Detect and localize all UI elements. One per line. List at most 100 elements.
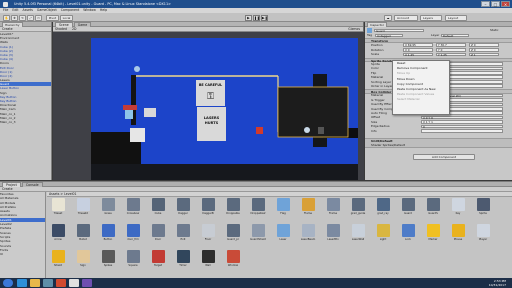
2d-toggle[interactable]: 2D [72,27,76,31]
asset-item[interactable]: Lock [398,224,418,248]
unity-taskbar-icon[interactable] [69,279,79,287]
asset-item[interactable]: Marker [423,224,443,248]
hand-tool-button[interactable]: ✋ [3,14,10,21]
rotation-z-field[interactable]: Z 0 [469,47,499,52]
asset-item[interactable]: GuardShield [248,224,268,248]
asset-item[interactable]: Frame [323,198,343,222]
asset-item[interactable]: Mouse [448,224,468,248]
asset-item[interactable]: Droppable2 [248,198,268,222]
asset-item[interactable]: Window [223,250,243,274]
chrome-taskbar-icon[interactable] [56,279,66,287]
asset-item[interactable]: Bullet [73,224,93,248]
asset-item[interactable]: Key [448,198,468,222]
position-y-field[interactable]: Y 30.7 [436,43,466,48]
asset-item[interactable]: Wall [198,250,218,274]
player-sprite[interactable] [304,127,310,133]
project-create-dropdown[interactable]: Create [2,187,13,191]
tag-dropdown[interactable]: Untagged [375,33,403,38]
move-tool-button[interactable]: ✥ [11,14,18,21]
asset-item[interactable]: Shield [48,250,68,274]
asset-item[interactable]: Sprite [473,198,493,222]
asset-item[interactable]: LaserWall [348,224,368,248]
step-button[interactable]: ▶❚ [261,14,268,21]
vs-taskbar-icon[interactable] [82,279,92,287]
asset-item[interactable]: Button [98,224,118,248]
shading-dropdown[interactable]: Shaded [55,27,67,31]
project-folder-item[interactable]: UI [0,252,45,256]
asset-item[interactable]: grad_ray [373,198,393,222]
tab-console[interactable]: Console [21,182,43,187]
asset-item[interactable]: GuardS [423,198,443,222]
object-name-field[interactable]: Guard [374,28,424,33]
asset-item[interactable]: Arrow [48,224,68,248]
static-checkbox[interactable]: Static [490,28,499,32]
asset-item[interactable]: Flag [273,198,293,222]
rect-tool-button[interactable]: ▭ [35,14,42,21]
position-x-field[interactable]: X 69.95 [403,43,433,48]
play-button[interactable]: ▶ [245,14,252,21]
asset-item[interactable]: Laser [273,224,293,248]
breadcrumb[interactable]: Assets > Level01 [47,192,512,197]
asset-item[interactable]: Sign [73,250,93,274]
scale-x-field[interactable]: X 1.25 [403,52,433,57]
account-dropdown[interactable]: Account [394,14,418,21]
asset-item[interactable]: Guard [398,198,418,222]
asset-item[interactable]: Dagger [173,198,193,222]
asset-item[interactable]: Crossbow [123,198,143,222]
asset-item[interactable]: door_frm [123,224,143,248]
rotation-y-field[interactable]: Y 0 [436,47,466,52]
scale-y-field[interactable]: Y 1.25 [436,52,466,57]
property-field[interactable]: 0 [421,124,503,129]
layer-dropdown[interactable]: Default [441,33,469,38]
asset-item[interactable]: Player [473,224,493,248]
asset-item[interactable]: Square [123,250,143,274]
asset-item[interactable]: Cube [148,198,168,222]
pause-button[interactable]: ❚❚ [253,14,260,21]
property-field[interactable]: X 1 Y 1 [421,120,503,124]
cloud-icon[interactable]: ☁ [384,14,392,21]
asset-item[interactable]: Grass [98,198,118,222]
rotation-x-field[interactable]: X 0 [403,47,433,52]
scale-z-field[interactable]: Z 1 [469,52,499,57]
clock[interactable]: 2:53 PM 10/31/2017 [489,279,506,288]
hierarchy-item[interactable]: Main_co_3 [0,120,51,124]
local-toggle[interactable]: Local [60,14,73,21]
guard-sprite[interactable] [134,66,140,72]
property-field[interactable]: X 0 Y 0 [421,115,503,120]
start-button-icon[interactable] [3,279,13,287]
asset-item[interactable]: Timer [173,250,193,274]
ie-taskbar-icon[interactable] [17,279,27,287]
minimize-button[interactable]: – [481,1,490,7]
asset-item[interactable]: Exit [173,224,193,248]
asset-item[interactable]: Flame [298,198,318,222]
gizmos-dropdown[interactable]: Gizmos [348,27,360,31]
layout-dropdown[interactable]: Layout [445,14,467,21]
asset-item[interactable]: Door [148,224,168,248]
asset-item[interactable]: DaggerB [198,198,218,222]
asset-item[interactable]: Floor [198,224,218,248]
maximize-button[interactable]: □ [491,1,500,7]
add-component-button[interactable]: Add Component [413,154,475,160]
property-field[interactable] [421,128,503,133]
create-dropdown[interactable]: Create [2,27,13,31]
inspector-tab[interactable]: Inspector [367,22,387,27]
asset-item[interactable]: LaserBeam [298,224,318,248]
pivot-toggle[interactable]: Pivot [46,14,59,21]
asset-item[interactable]: Light [373,224,393,248]
close-button[interactable]: × [501,1,510,7]
app-taskbar-icon[interactable] [43,279,53,287]
asset-item[interactable]: Target [148,250,168,274]
explorer-taskbar-icon[interactable] [30,279,40,287]
position-z-field[interactable]: Z 0 [469,43,499,48]
asset-item[interactable]: Spikes [98,250,118,274]
asset-item[interactable]: Guard_pr [223,224,243,248]
material-header[interactable]: Unlit/Default Shader Sprites/Default [365,138,512,148]
asset-item[interactable]: LaserBtn [323,224,343,248]
transform-header[interactable]: Transform [365,38,512,43]
asset-item[interactable]: grad_guide [348,198,368,222]
layers-dropdown[interactable]: Layers [420,14,442,21]
asset-item[interactable]: Tileset2 [73,198,93,222]
rotate-tool-button[interactable]: ↻ [19,14,26,21]
asset-item[interactable]: Tileset [48,198,68,222]
scene-viewport[interactable]: BE CAREFUL ⚿ LASERS HURTS [53,32,364,180]
